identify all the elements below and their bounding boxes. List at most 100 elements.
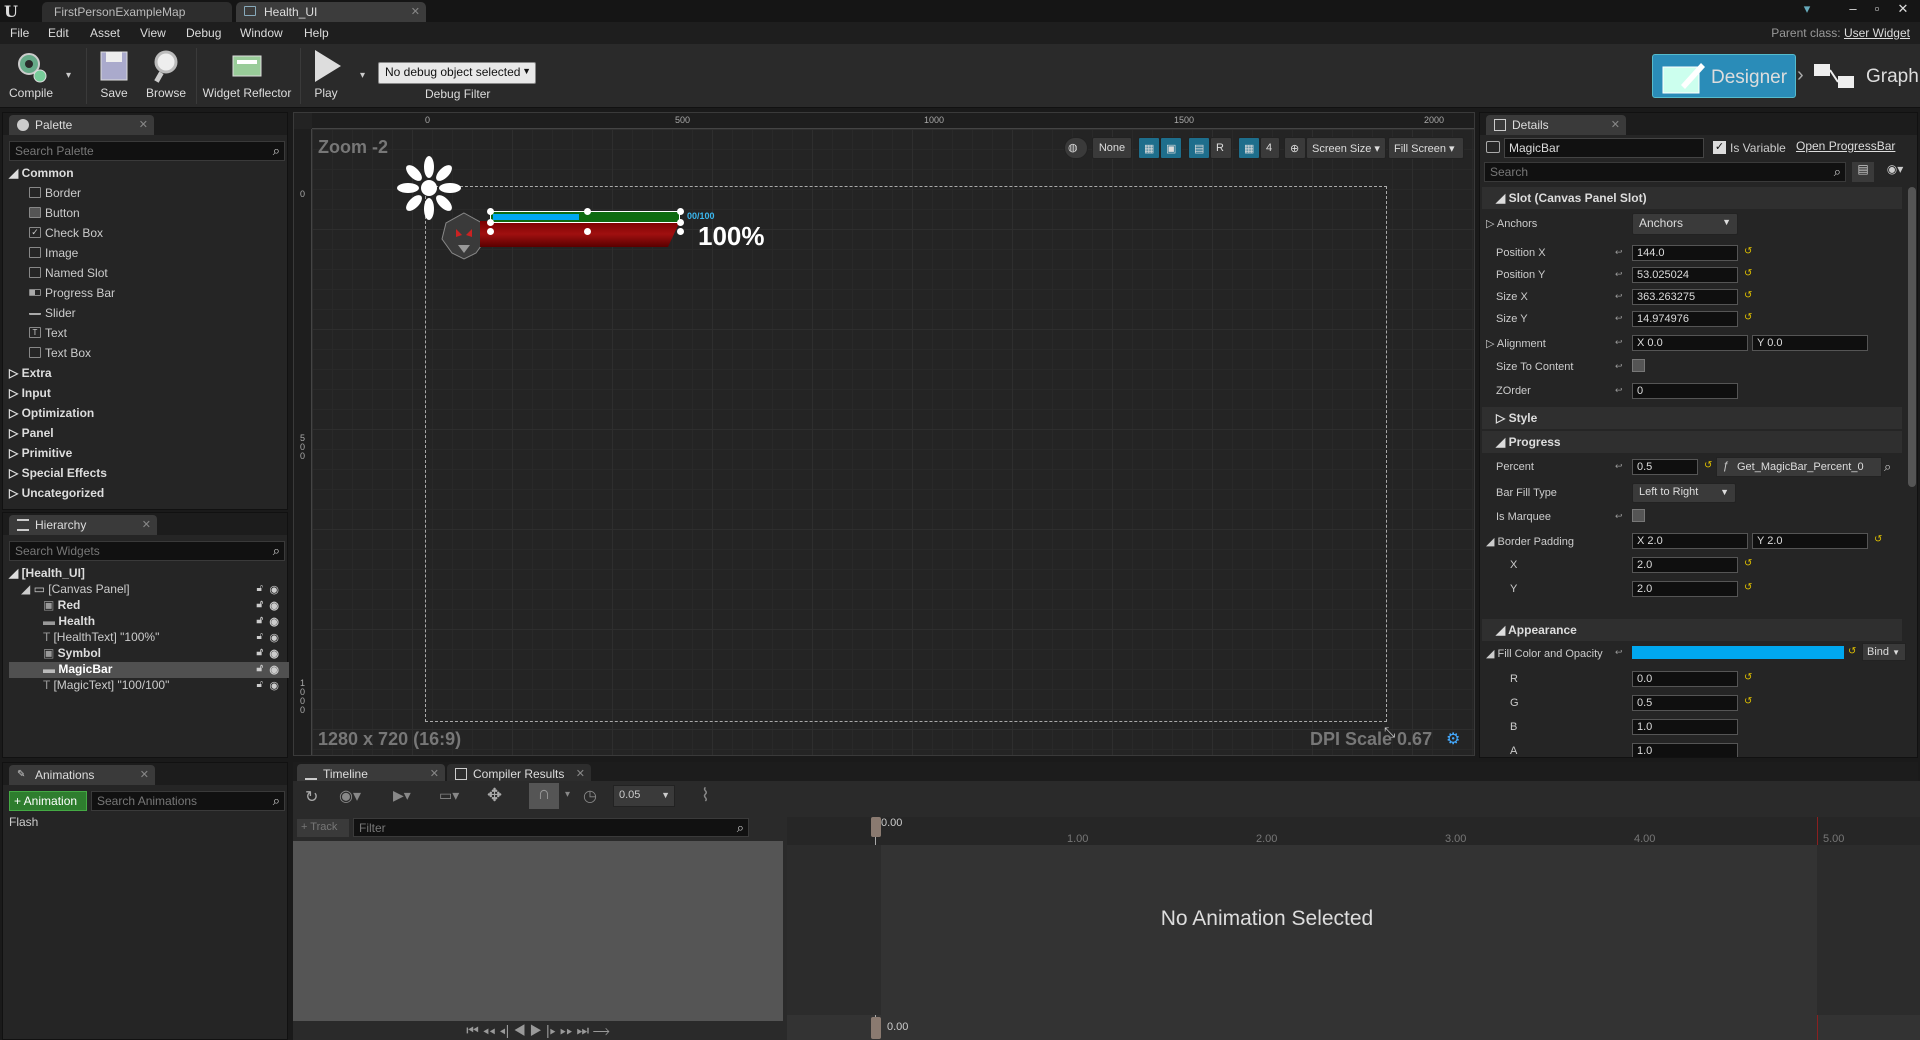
color-b-field[interactable]: 1.0 [1632, 719, 1738, 735]
menu-debug[interactable]: Debug [186, 26, 221, 40]
play-reverse-icon[interactable]: ◀ [513, 1022, 526, 1038]
zorder-field[interactable]: 0 [1632, 383, 1738, 399]
eye-icon[interactable]: ◉ [269, 631, 279, 644]
close-window-icon[interactable]: ✕ [1892, 1, 1914, 19]
hierarchy-item-symbol[interactable]: ▣ Symbol 🔓︎ ◉ [9, 646, 289, 662]
refresh-icon[interactable]: ↻ [305, 787, 318, 807]
bind-icon[interactable]: ↩ [1615, 269, 1623, 280]
reset-arrow-icon[interactable]: ↺ [1744, 246, 1752, 257]
color-a-field[interactable]: 1.0 [1632, 743, 1738, 757]
hierarchy-item-health[interactable]: ▬ Health 🔓︎ ◉ [9, 614, 289, 630]
widget-name-input[interactable]: MagicBar [1504, 138, 1704, 158]
palette-item-button[interactable]: Button [29, 206, 80, 220]
bp-x-field[interactable]: 2.0 [1632, 557, 1738, 573]
color-g-field[interactable]: 0.5 [1632, 695, 1738, 711]
resize-handle[interactable] [584, 208, 591, 215]
loop-icon[interactable]: ⟶ [593, 1022, 610, 1038]
layout-icon[interactable]: ▦ [1138, 137, 1160, 159]
tab-first-person-map[interactable]: FirstPersonExampleMap [42, 2, 232, 22]
palette-category-extra[interactable]: ▷ Extra [9, 366, 52, 380]
fill-color-swatch[interactable] [1632, 646, 1844, 659]
close-icon[interactable]: ✕ [576, 767, 585, 780]
reset-arrow-icon[interactable]: ↺ [1744, 268, 1752, 279]
details-scrollbar[interactable] [1908, 187, 1916, 487]
fill-color-label[interactable]: ◢ Fill Color and Opacity [1486, 647, 1603, 660]
anchors-dropdown[interactable]: Anchors ▼ [1632, 213, 1738, 235]
play-button[interactable]: Play [304, 48, 348, 106]
percent-binding-dropdown[interactable]: ƒ Get_MagicBar_Percent_0 [1716, 457, 1882, 477]
designer-mode-button[interactable]: Designer [1652, 54, 1796, 98]
previous-key-icon[interactable]: ◂◂ [483, 1022, 496, 1038]
widget-reflector-button[interactable]: Widget Reflector [200, 48, 294, 106]
add-track-button[interactable]: + Track [297, 819, 349, 837]
bind-icon[interactable]: ↩ [1615, 337, 1623, 348]
palette-item-text-box[interactable]: Text Box [29, 346, 91, 360]
border-padding-label[interactable]: ◢ Border Padding [1486, 535, 1574, 548]
designer-viewport[interactable]: 0 500 1000 1500 2000 0 5 0 0 1 0 0 0 Zoo… [293, 112, 1475, 756]
grid-snap-icon[interactable]: ▦ [1238, 137, 1260, 159]
maximize-icon[interactable]: ▫ [1866, 1, 1888, 19]
palette-category-primitive[interactable]: ▷ Primitive [9, 446, 72, 460]
animations-tab[interactable]: ✎ Animations ✕ [9, 765, 155, 785]
graph-mode-button[interactable]: Graph [1808, 54, 1920, 98]
parent-class-link[interactable]: User Widget [1844, 26, 1910, 40]
respect-locks-button[interactable]: R [1210, 137, 1232, 159]
play-options-icon[interactable]: ▶▾ [393, 787, 411, 804]
palette-category-common[interactable]: ◢ Common [9, 166, 74, 180]
play-options-chevron-icon[interactable]: ▾ [360, 70, 365, 81]
alignment-y-field[interactable]: Y 0.0 [1752, 335, 1868, 351]
details-search-input[interactable]: Search ⌕ [1484, 162, 1846, 182]
go-to-start-icon[interactable]: ⏮ [466, 1022, 479, 1038]
curve-icon[interactable]: ⌇ [701, 785, 710, 806]
palette-category-uncategorized[interactable]: ▷ Uncategorized [9, 486, 104, 500]
fill-screen-dropdown[interactable]: Fill Screen ▾ [1388, 137, 1464, 159]
reset-arrow-icon[interactable]: ↺ [1744, 312, 1752, 323]
magic-text[interactable]: 00/100 [687, 211, 715, 221]
palette-item-text[interactable]: T Text [29, 326, 67, 340]
progress-section-header[interactable]: ◢ Progress [1482, 431, 1902, 453]
bind-icon[interactable]: ↩ [1615, 247, 1623, 258]
hierarchy-item-red[interactable]: ▣ Red 🔓︎ ◉ [9, 598, 289, 614]
lock-icon[interactable]: 🔓︎ [257, 647, 263, 658]
palette-item-image[interactable]: Image [29, 246, 78, 260]
selection-icon[interactable]: ▭▾ [439, 787, 459, 804]
grid-snap-value[interactable]: 4 [1260, 137, 1280, 159]
lock-icon[interactable]: 🔓︎ [257, 583, 263, 594]
menu-window[interactable]: Window [240, 26, 283, 40]
palette-category-optimization[interactable]: ▷ Optimization [9, 406, 94, 420]
close-icon[interactable]: ✕ [139, 118, 148, 131]
close-tab-icon[interactable]: ✕ [411, 5, 420, 18]
menu-file[interactable]: File [10, 26, 29, 40]
bar-fill-type-dropdown[interactable]: Left to Right ▼ [1632, 483, 1736, 503]
palette-category-panel[interactable]: ▷ Panel [9, 426, 54, 440]
bp-y-field[interactable]: 2.0 [1632, 581, 1738, 597]
resize-handle[interactable] [677, 208, 684, 215]
position-y-field[interactable]: 53.025024 [1632, 267, 1738, 283]
resize-handle[interactable] [487, 208, 494, 215]
alignment-label[interactable]: ▷ Alignment [1486, 337, 1546, 350]
snap-magnet-icon[interactable]: ∩ [529, 783, 559, 809]
reset-arrow-icon[interactable]: ↺ [1744, 558, 1752, 569]
hierarchy-item-magic-text[interactable]: T [MagicText] "100/100" 🔓︎ ◉ [9, 678, 289, 694]
palette-category-special-effects[interactable]: ▷ Special Effects [9, 466, 107, 480]
close-icon[interactable]: ✕ [430, 767, 439, 780]
palette-item-named-slot[interactable]: Named Slot [29, 266, 108, 280]
menu-view[interactable]: View [140, 26, 166, 40]
color-r-field[interactable]: 0.0 [1632, 671, 1738, 687]
reset-arrow-icon[interactable]: ↺ [1744, 290, 1752, 301]
open-progressbar-link[interactable]: Open ProgressBar [1796, 139, 1895, 153]
dpi-settings-gear-icon[interactable]: ⚙ [1446, 729, 1460, 749]
browse-button[interactable]: Browse [142, 48, 190, 106]
snap-chevron-icon[interactable]: ▾ [565, 789, 570, 800]
add-animation-button[interactable]: + Animation [9, 791, 87, 811]
resize-handle[interactable] [487, 228, 494, 235]
is-variable-checkbox[interactable]: ✓ [1713, 141, 1726, 154]
property-matrix-icon[interactable]: ▤ [1852, 162, 1874, 182]
menu-help[interactable]: Help [304, 26, 329, 40]
palette-item-slider[interactable]: Slider [29, 306, 76, 320]
reset-arrow-icon[interactable]: ↺ [1744, 672, 1752, 683]
world-icon[interactable]: ◍ [1064, 137, 1088, 159]
eye-icon[interactable]: ◉ [269, 583, 279, 596]
track-filter-input[interactable]: Filter ⌕ [353, 818, 749, 837]
close-icon[interactable]: ✕ [1611, 118, 1620, 131]
